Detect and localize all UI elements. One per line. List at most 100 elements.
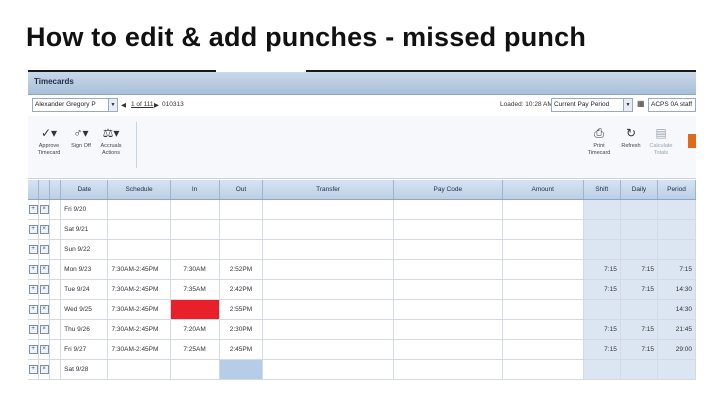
cell-schedule[interactable] — [107, 219, 171, 240]
cell-amount[interactable] — [502, 259, 584, 280]
cell-pay-code[interactable] — [393, 199, 503, 220]
cell-amount[interactable] — [502, 199, 584, 220]
cell-out[interactable]: 2:55PM — [219, 299, 264, 320]
add-punch-button[interactable]: + — [28, 199, 40, 220]
delete-row-button[interactable]: × — [38, 299, 51, 320]
cell-schedule[interactable] — [107, 359, 171, 380]
cell-date[interactable]: Fri 9/27 — [60, 339, 109, 360]
employee-pager[interactable]: 1 of 111 — [131, 101, 154, 108]
calculate-totals-button[interactable]: ▤ Calculate Totals — [644, 126, 678, 157]
cell-schedule[interactable]: 7:30AM-2:45PM — [107, 339, 171, 360]
column-header-pay-code[interactable]: Pay Code — [393, 180, 503, 200]
employee-select[interactable]: Alexander Gregory P ▼ — [32, 98, 118, 112]
cell-out[interactable]: 2:42PM — [219, 279, 264, 300]
cell-date[interactable]: Fri 9/20 — [60, 199, 109, 220]
selected-out-cell[interactable] — [219, 359, 264, 380]
delete-row-button[interactable]: × — [38, 259, 51, 280]
chevron-down-icon[interactable]: ▼ — [623, 99, 632, 111]
cell-date[interactable]: Tue 9/24 — [60, 279, 109, 300]
cell-in[interactable]: 7:30AM — [170, 259, 220, 280]
cell-transfer[interactable] — [262, 359, 394, 380]
cell-out[interactable]: 2:30PM — [219, 319, 264, 340]
cell-amount[interactable] — [502, 219, 584, 240]
add-punch-button[interactable]: + — [28, 299, 40, 320]
chevron-down-icon[interactable]: ▼ — [108, 99, 117, 111]
prev-employee-icon[interactable]: ◀ — [121, 101, 126, 109]
cell-in[interactable] — [170, 359, 220, 380]
cell-schedule[interactable]: 7:30AM-2:45PM — [107, 279, 171, 300]
staff-group-field[interactable]: ACPS 0A staff — [648, 98, 696, 112]
column-header-period[interactable]: Period — [657, 180, 696, 200]
column-header-date[interactable]: Date — [60, 180, 109, 200]
cell-in[interactable]: 7:35AM — [170, 279, 220, 300]
column-header-daily[interactable]: Daily — [620, 180, 659, 200]
cell-out[interactable]: 2:45PM — [219, 339, 264, 360]
cell-pay-code[interactable] — [393, 239, 503, 260]
cell-amount[interactable] — [502, 319, 584, 340]
add-punch-button[interactable]: + — [28, 259, 40, 280]
refresh-button[interactable]: ↻ Refresh — [614, 126, 648, 150]
cell-schedule[interactable] — [107, 199, 171, 220]
period-select[interactable]: Current Pay Period ▼ — [551, 98, 633, 112]
cell-date[interactable]: Mon 9/23 — [60, 259, 109, 280]
cell-out[interactable] — [219, 239, 264, 260]
approve-timecard-button[interactable]: ✓▾ Approve Timecard — [32, 126, 66, 157]
cell-schedule[interactable]: 7:30AM-2:45PM — [107, 299, 171, 320]
cell-pay-code[interactable] — [393, 319, 503, 340]
cell-transfer[interactable] — [262, 319, 394, 340]
cell-date[interactable]: Wed 9/25 — [60, 299, 109, 320]
cell-transfer[interactable] — [262, 299, 394, 320]
add-punch-button[interactable]: + — [28, 239, 40, 260]
cell-transfer[interactable] — [262, 279, 394, 300]
cell-date[interactable]: Thu 9/26 — [60, 319, 109, 340]
cell-amount[interactable] — [502, 239, 584, 260]
delete-row-button[interactable]: × — [38, 219, 51, 240]
cell-amount[interactable] — [502, 299, 584, 320]
cell-out[interactable] — [219, 219, 264, 240]
cell-in[interactable] — [170, 219, 220, 240]
delete-row-button[interactable]: × — [38, 359, 51, 380]
save-icon[interactable] — [688, 134, 696, 148]
column-header-shift[interactable]: Shift — [583, 180, 621, 200]
cell-pay-code[interactable] — [393, 279, 503, 300]
column-header-transfer[interactable]: Transfer — [262, 180, 394, 200]
cell-pay-code[interactable] — [393, 359, 503, 380]
cell-transfer[interactable] — [262, 219, 394, 240]
signoff-button[interactable]: ♂▾ Sign Off — [64, 126, 98, 150]
cell-out[interactable] — [219, 199, 264, 220]
cell-transfer[interactable] — [262, 239, 394, 260]
cell-pay-code[interactable] — [393, 299, 503, 320]
delete-row-button[interactable]: × — [38, 339, 51, 360]
add-punch-button[interactable]: + — [28, 219, 40, 240]
cell-in[interactable]: 7:25AM — [170, 339, 220, 360]
cell-amount[interactable] — [502, 359, 584, 380]
cell-date[interactable]: Sun 9/22 — [60, 239, 109, 260]
next-employee-icon[interactable]: ▶ — [154, 101, 159, 109]
cell-transfer[interactable] — [262, 199, 394, 220]
cell-in[interactable]: 7:20AM — [170, 319, 220, 340]
column-header-amount[interactable]: Amount — [502, 180, 584, 200]
add-punch-button[interactable]: + — [28, 339, 40, 360]
accruals-actions-button[interactable]: ⚖▾ Accruals Actions — [94, 126, 128, 157]
cell-transfer[interactable] — [262, 339, 394, 360]
column-header-out[interactable]: Out — [219, 180, 264, 200]
cell-date[interactable]: Sat 9/21 — [60, 219, 109, 240]
missed-punch-cell[interactable] — [170, 299, 220, 320]
delete-row-button[interactable]: × — [38, 279, 51, 300]
delete-row-button[interactable]: × — [38, 319, 51, 340]
cell-date[interactable]: Sat 9/28 — [60, 359, 109, 380]
cell-amount[interactable] — [502, 339, 584, 360]
add-punch-button[interactable]: + — [28, 319, 40, 340]
cell-amount[interactable] — [502, 279, 584, 300]
cell-transfer[interactable] — [262, 259, 394, 280]
column-header-in[interactable]: In — [170, 180, 220, 200]
cell-in[interactable] — [170, 239, 220, 260]
cell-in[interactable] — [170, 199, 220, 220]
cell-schedule[interactable] — [107, 239, 171, 260]
delete-row-button[interactable]: × — [38, 239, 51, 260]
cell-pay-code[interactable] — [393, 339, 503, 360]
add-punch-button[interactable]: + — [28, 359, 40, 380]
cell-schedule[interactable]: 7:30AM-2:45PM — [107, 319, 171, 340]
cell-pay-code[interactable] — [393, 219, 503, 240]
cell-out[interactable]: 2:52PM — [219, 259, 264, 280]
